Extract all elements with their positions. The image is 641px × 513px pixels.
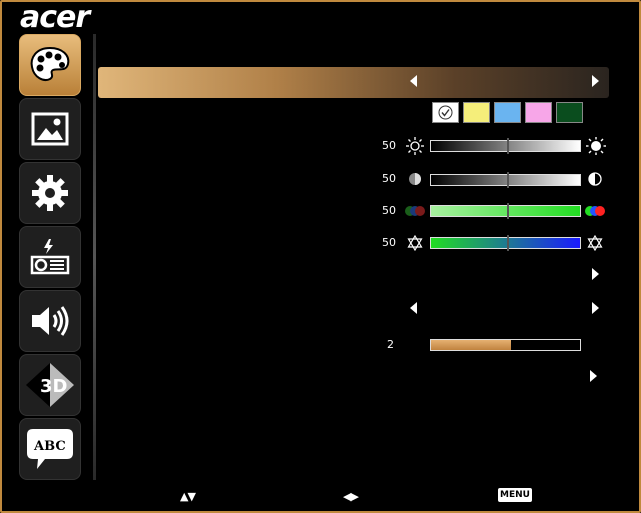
swatch-white[interactable] [432, 102, 459, 123]
saturation-slider-thumb[interactable] [507, 203, 509, 219]
level-bar[interactable] [430, 339, 581, 351]
sun-outline-icon [406, 137, 424, 155]
level-value: 2 [387, 338, 394, 351]
sun-filled-icon [586, 137, 606, 155]
speaker-icon [32, 306, 69, 336]
rgb-dots-dim-icon [405, 206, 425, 216]
gear-icon [32, 175, 68, 211]
sidebar-item-picture[interactable] [19, 98, 81, 160]
image-icon [31, 112, 69, 146]
brightness-slider[interactable] [430, 138, 581, 154]
sidebar-divider [93, 34, 96, 480]
contrast-value: 50 [382, 172, 396, 185]
acer-logo: acer [20, 0, 90, 35]
sidebar-item-color[interactable] [19, 34, 81, 96]
speech-bubble-icon: ABC [27, 429, 73, 469]
star-of-david-icon [407, 235, 423, 251]
checkmark-icon [438, 105, 453, 120]
sidebar-item-settings[interactable] [19, 162, 81, 224]
menu-button[interactable]: MENU [498, 488, 532, 502]
contrast-circle-icon [588, 172, 602, 186]
swatch-yellow[interactable] [463, 102, 490, 123]
brightness-slider-thumb[interactable] [507, 138, 509, 154]
palette-icon [30, 46, 70, 81]
level-bar-fill [431, 340, 512, 350]
saturation-value: 50 [382, 204, 396, 217]
tint-slider-thumb[interactable] [507, 235, 509, 251]
contrast-slider-thumb[interactable] [507, 172, 509, 188]
sidebar-item-audio[interactable] [19, 290, 81, 352]
sidebar-item-input[interactable] [19, 226, 81, 288]
rgb-dots-bright-icon [585, 206, 605, 216]
leftright-hint-icon: ◀▶ [343, 490, 359, 503]
option-prev-arrow-icon[interactable] [410, 302, 417, 314]
contrast-slider[interactable] [430, 172, 581, 188]
brightness-value: 50 [382, 139, 396, 152]
3d-label: 3D [40, 376, 67, 397]
swatch-pink[interactable] [525, 102, 552, 123]
submenu-arrow-icon[interactable] [592, 268, 599, 280]
tint-slider[interactable] [430, 235, 581, 251]
abc-label: ABC [33, 439, 66, 454]
3d-icon: 3D [26, 363, 74, 407]
submenu-arrow-2-icon[interactable] [590, 370, 597, 382]
next-arrow-icon[interactable] [592, 75, 599, 87]
prev-arrow-icon[interactable] [410, 75, 417, 87]
saturation-slider[interactable] [430, 203, 581, 219]
swatch-dark-green[interactable] [556, 102, 583, 123]
projector-icon [30, 239, 70, 275]
option-next-arrow-icon[interactable] [592, 302, 599, 314]
moon-half-icon [409, 173, 421, 185]
swatch-blue[interactable] [494, 102, 521, 123]
star-of-david-icon [587, 235, 603, 251]
selected-option-bar[interactable] [98, 67, 609, 98]
sidebar-item-language[interactable]: ABC [19, 418, 81, 480]
tint-value: 50 [382, 236, 396, 249]
updown-hint-icon: ▲▼ [180, 490, 196, 503]
sidebar-item-3d[interactable]: 3D [19, 354, 81, 416]
